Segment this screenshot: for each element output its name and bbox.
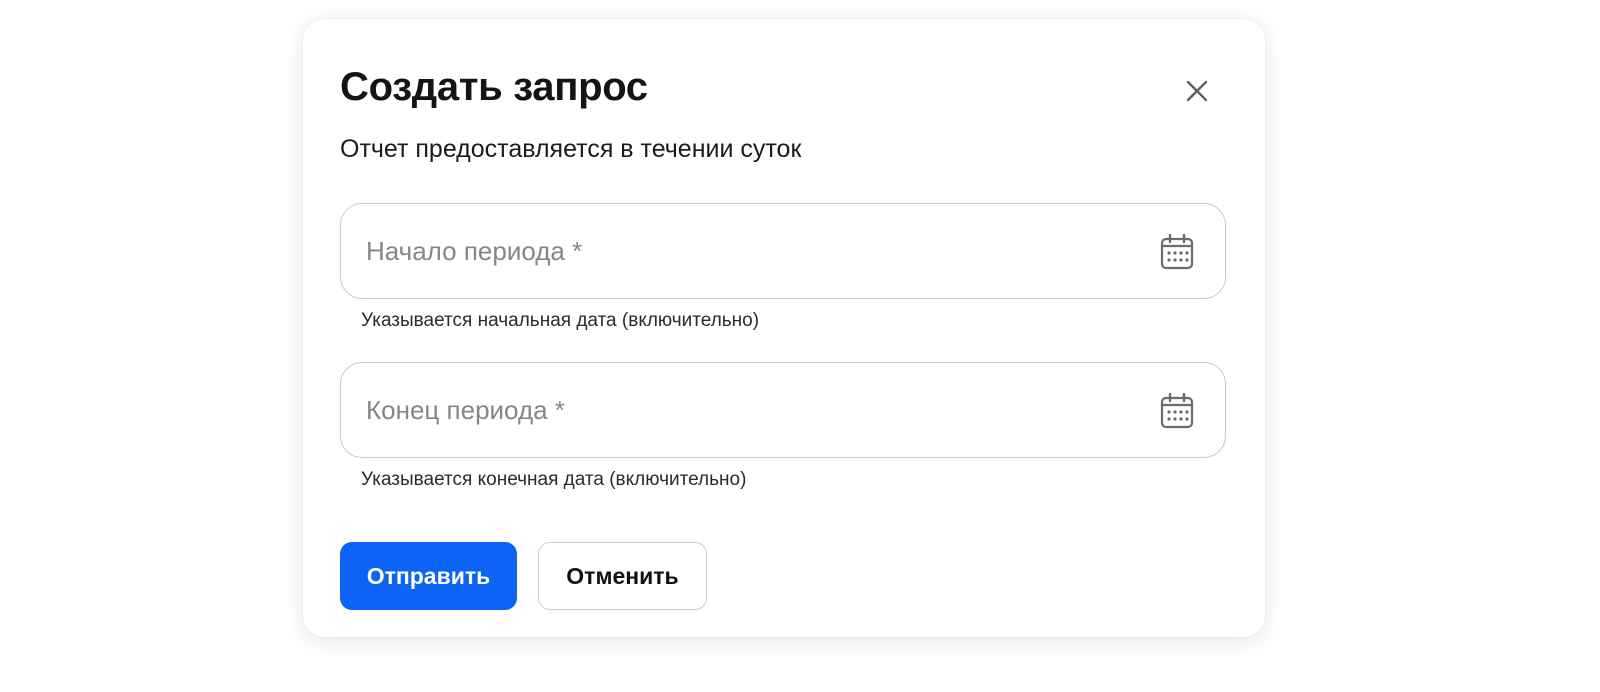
end-date-field[interactable]: [340, 362, 1226, 458]
start-date-input[interactable]: [341, 204, 1225, 298]
calendar-icon[interactable]: [1159, 392, 1195, 430]
close-button[interactable]: [1175, 69, 1219, 113]
cancel-button[interactable]: Отменить: [538, 542, 707, 610]
dialog-title: Создать запрос: [340, 65, 648, 109]
start-date-field[interactable]: [340, 203, 1226, 299]
submit-button[interactable]: Отправить: [340, 542, 517, 610]
calendar-icon[interactable]: [1159, 233, 1195, 271]
end-date-input[interactable]: [341, 363, 1225, 457]
create-request-dialog: Создать запрос Отчет предоставляется в т…: [303, 19, 1265, 637]
start-date-hint: Указывается начальная дата (включительно…: [361, 310, 760, 331]
dialog-subtitle: Отчет предоставляется в течении суток: [340, 135, 802, 163]
end-date-hint: Указывается конечная дата (включительно): [361, 469, 747, 490]
close-icon: [1186, 80, 1208, 102]
